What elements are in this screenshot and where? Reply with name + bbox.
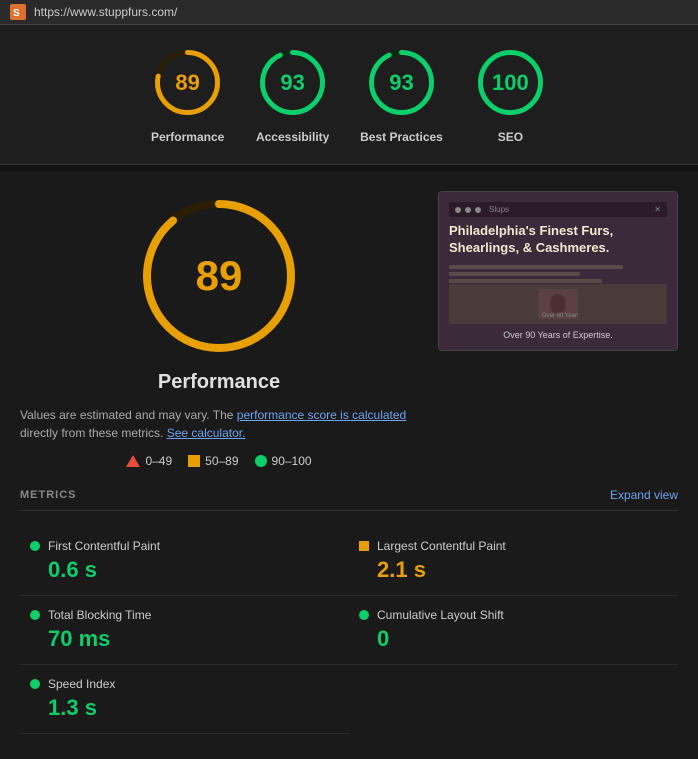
score-ring-best-practices: 93 [364, 45, 439, 120]
metric-tbt-name: Total Blocking Time [48, 608, 151, 622]
score-ring-accessibility: 93 [255, 45, 330, 120]
metric-lcp-value: 2.1 s [359, 557, 668, 583]
description-mid: directly from these metrics. [20, 426, 163, 440]
score-card-performance[interactable]: 89 Performance [150, 45, 225, 144]
score-value-accessibility: 93 [280, 70, 304, 96]
left-panel: 89 Performance Values are estimated and … [20, 191, 418, 468]
metrics-title: METRICS [20, 489, 77, 501]
expand-view-button[interactable]: Expand view [610, 488, 678, 502]
preview-dot-3 [475, 207, 481, 213]
legend-pass: 90–100 [255, 454, 312, 468]
metric-lcp-name: Largest Contentful Paint [377, 539, 506, 553]
score-label-performance: Performance [151, 130, 224, 144]
metric-speed-index: Speed Index 1.3 s [20, 665, 349, 734]
pass-range: 90–100 [272, 454, 312, 468]
score-label-seo: SEO [498, 130, 523, 144]
metrics-section: METRICS Expand view First Contentful Pai… [0, 488, 698, 754]
score-value-best-practices: 93 [389, 70, 413, 96]
large-score-value: 89 [196, 252, 243, 300]
metrics-grid: First Contentful Paint 0.6 s Largest Con… [20, 527, 678, 734]
preview-url-bar: Slups [489, 205, 509, 214]
score-ring-performance: 89 [150, 45, 225, 120]
average-icon [188, 455, 200, 467]
fail-range: 0–49 [145, 454, 172, 468]
top-bar: S https://www.stuppfurs.com/ [0, 0, 698, 25]
metric-cls-name: Cumulative Layout Shift [377, 608, 504, 622]
score-card-accessibility[interactable]: 93 Accessibility [255, 45, 330, 144]
metric-fcp-header: First Contentful Paint [30, 539, 339, 553]
performance-label: Performance [158, 371, 280, 394]
metric-first-contentful-paint: First Contentful Paint 0.6 s [20, 527, 349, 596]
score-card-seo[interactable]: 100 SEO [473, 45, 548, 144]
site-icon: S [10, 4, 26, 20]
preview-dot-1 [455, 207, 461, 213]
preview-dot-2 [465, 207, 471, 213]
metric-si-name: Speed Index [48, 677, 115, 691]
preview-inner: Slups ✕ Philadelphia's Finest Furs, Shea… [439, 192, 677, 350]
description-text: Values are estimated and may vary. The [20, 408, 233, 422]
metric-lcp-header: Largest Contentful Paint [359, 539, 668, 553]
preview-close: ✕ [654, 205, 661, 214]
score-ring-seo: 100 [473, 45, 548, 120]
preview-image: Over 90 Years [449, 284, 667, 324]
metric-cls-header: Cumulative Layout Shift [359, 608, 668, 622]
fail-icon [126, 455, 140, 467]
score-value-performance: 89 [175, 70, 199, 96]
metric-tbt-value: 70 ms [30, 626, 339, 652]
metric-cumulative-layout-shift: Cumulative Layout Shift 0 [349, 596, 678, 665]
average-range: 50–89 [205, 454, 238, 468]
svg-text:Over 90 Years: Over 90 Years [542, 313, 578, 319]
preview-title-bar: Slups ✕ [449, 202, 667, 217]
svg-text:S: S [13, 8, 20, 19]
legend-average: 50–89 [188, 454, 238, 468]
performance-description: Values are estimated and may vary. The p… [20, 406, 418, 442]
metric-fcp-indicator [30, 541, 40, 551]
scores-section: 89 Performance 93 Accessibility 93 Best … [0, 25, 698, 165]
metric-cls-value: 0 [359, 626, 668, 652]
main-content: 89 Performance Values are estimated and … [0, 171, 698, 488]
calculator-link[interactable]: See calculator. [167, 426, 246, 440]
metric-cls-indicator [359, 610, 369, 620]
score-card-best-practices[interactable]: 93 Best Practices [360, 45, 443, 144]
score-legend: 0–49 50–89 90–100 [126, 454, 311, 468]
metric-si-header: Speed Index [30, 677, 339, 691]
metrics-header: METRICS Expand view [20, 488, 678, 511]
metric-si-value: 1.3 s [30, 695, 339, 721]
metric-tbt-header: Total Blocking Time [30, 608, 339, 622]
perf-score-link[interactable]: performance score is calculated [237, 408, 406, 422]
url-text: https://www.stuppfurs.com/ [34, 5, 177, 19]
preview-heading: Philadelphia's Finest Furs, Shearlings, … [449, 223, 667, 257]
metric-total-blocking-time: Total Blocking Time 70 ms [20, 596, 349, 665]
preview-body [449, 265, 667, 283]
score-label-accessibility: Accessibility [256, 130, 329, 144]
score-label-best-practices: Best Practices [360, 130, 443, 144]
pass-icon [255, 455, 267, 467]
site-preview-box: Slups ✕ Philadelphia's Finest Furs, Shea… [438, 191, 678, 351]
large-performance-ring: 89 [134, 191, 304, 361]
metric-fcp-name: First Contentful Paint [48, 539, 160, 553]
metric-tbt-indicator [30, 610, 40, 620]
legend-fail: 0–49 [126, 454, 172, 468]
metric-fcp-value: 0.6 s [30, 557, 339, 583]
score-value-seo: 100 [492, 70, 529, 96]
metric-largest-contentful-paint: Largest Contentful Paint 2.1 s [349, 527, 678, 596]
metric-si-indicator [30, 679, 40, 689]
metric-lcp-indicator [359, 541, 369, 551]
site-preview-panel: Slups ✕ Philadelphia's Finest Furs, Shea… [438, 191, 678, 468]
preview-footer: Over 90 Years of Expertise. [449, 330, 667, 340]
